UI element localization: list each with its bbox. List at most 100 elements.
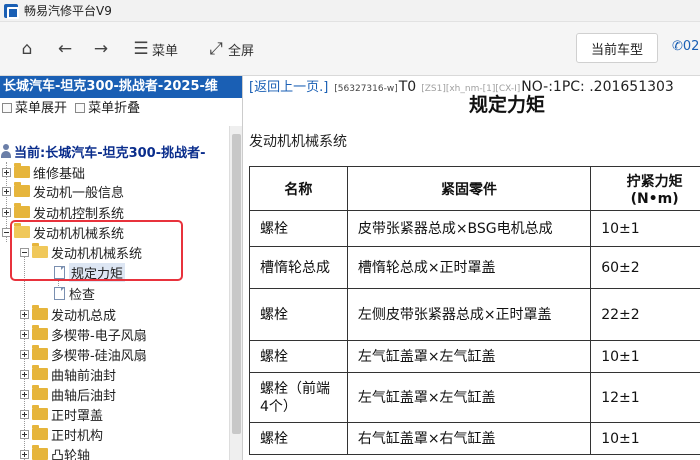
scrollbar-thumb[interactable] xyxy=(232,134,241,434)
document-icon xyxy=(54,286,65,300)
cell-name: 螺栓 xyxy=(249,422,348,455)
current-vehicle-node[interactable]: 当前:长城汽车-坦克300-挑战者- xyxy=(0,142,206,161)
folder-icon xyxy=(14,203,30,218)
cell-torque: 10±1 xyxy=(590,210,700,247)
folder-icon xyxy=(32,405,48,420)
menu-icon: ☰ xyxy=(133,39,149,59)
tree-item-engine-general[interactable]: 发动机一般信息 xyxy=(2,181,124,201)
plus-icon xyxy=(2,167,11,177)
table-row: 螺栓 皮带张紧器总成×BSG电机总成 10±1 xyxy=(249,210,700,247)
tree-item-label: 发动机控制系统 xyxy=(33,206,125,222)
tree-item-label: 曲轴后油封 xyxy=(51,388,117,404)
expand-all-button[interactable]: 菜单展开 xyxy=(2,101,67,116)
folder-icon xyxy=(32,325,48,340)
cell-name: 螺栓 xyxy=(249,288,348,341)
cell-parts: 右气缸盖罩×右气缸盖 xyxy=(346,422,592,455)
toolbar: ⌂ ← → ☰ 菜单 ⤢ 全屏 当前车型 ✆02 xyxy=(0,22,700,76)
tree-item-timing-cover[interactable]: 正时罩盖 xyxy=(20,404,103,424)
tree-item-crank-rear-seal[interactable]: 曲轴后油封 xyxy=(20,384,116,404)
plus-icon xyxy=(20,329,29,339)
collapse-all-label: 菜单折叠 xyxy=(88,101,141,116)
torque-table: 名称 紧固零件 拧紧力矩 (N•m) 螺栓 皮带张紧器总成×BSG电机总成 10±… xyxy=(249,166,700,455)
app-logo-icon xyxy=(4,3,19,19)
fullscreen-button[interactable]: ⤢ 全屏 xyxy=(204,34,254,64)
phone-contact[interactable]: ✆02 xyxy=(672,39,699,54)
expand-all-label: 菜单展开 xyxy=(15,101,68,116)
open-folder-icon xyxy=(14,223,30,238)
tree-item-inspection[interactable]: 检查 xyxy=(54,283,95,303)
back-button[interactable]: ← xyxy=(54,34,76,64)
cell-name: 槽惰轮总成 xyxy=(249,246,348,289)
vehicle-owner-icon xyxy=(0,144,12,158)
tree-item-label: 发动机一般信息 xyxy=(33,185,125,201)
tree-item-label: 规定力矩 xyxy=(69,262,126,282)
collapse-all-button[interactable]: 菜单折叠 xyxy=(75,101,140,116)
folder-icon xyxy=(32,425,48,440)
header-torque-label: 拧紧力矩 xyxy=(626,173,683,190)
cell-name: 螺栓（前端4个） xyxy=(249,372,348,423)
vehicle-header: 长城汽车-坦克300-挑战者-2025-维 xyxy=(0,76,242,98)
tree-item-engine-control[interactable]: 发动机控制系统 xyxy=(2,202,124,222)
minus-icon xyxy=(20,247,29,257)
phone-number: 02 xyxy=(682,39,700,54)
tree-item-label: 发动机机械系统 xyxy=(51,246,143,262)
tree-item-maintenance-basics[interactable]: 维修基础 xyxy=(2,162,85,182)
forward-button[interactable]: → xyxy=(90,34,112,64)
tree-item-engine-mechanical-sub[interactable]: 发动机机械系统 xyxy=(20,242,142,262)
expand-icon xyxy=(2,103,12,113)
tree-item-label: 正时罩盖 xyxy=(51,408,104,424)
tree-item-camshaft[interactable]: 凸轮轴 xyxy=(20,444,90,460)
tree-item-engine-assembly[interactable]: 发动机总成 xyxy=(20,304,116,324)
cell-name: 螺栓 xyxy=(249,340,348,373)
phone-icon: ✆ xyxy=(672,39,683,54)
document-icon xyxy=(54,265,65,279)
section-heading: 发动机机械系统 xyxy=(249,134,347,150)
tree-item-engine-mechanical[interactable]: 发动机机械系统 xyxy=(2,222,124,242)
tree-item-crank-front-seal[interactable]: 曲轴前油封 xyxy=(20,364,116,384)
header-torque: 拧紧力矩 (N•m) xyxy=(590,166,700,211)
tree-item-timing-mechanism[interactable]: 正时机构 xyxy=(20,424,103,444)
title-bar: 畅易汽修平台V9 xyxy=(0,0,700,22)
plus-icon xyxy=(20,369,29,379)
collapse-icon xyxy=(75,103,86,113)
plus-icon xyxy=(2,186,11,196)
folder-icon xyxy=(32,305,48,320)
header-name: 名称 xyxy=(249,166,348,211)
page-title: 规定力矩 xyxy=(468,94,545,116)
left-scrollbar[interactable] xyxy=(229,126,242,460)
tree-item-label: 发动机总成 xyxy=(51,308,117,324)
expand-collapse-row: 菜单展开 菜单折叠 xyxy=(0,98,242,120)
tree-item-label: 正时机构 xyxy=(51,428,104,444)
tree-item-label: 曲轴前油封 xyxy=(51,368,117,384)
header-torque-unit: (N•m) xyxy=(630,190,679,207)
table-row: 螺栓 左侧皮带张紧器总成×正时罩盖 22±2 xyxy=(249,288,700,341)
tree-item-torque-spec[interactable]: 规定力矩 xyxy=(54,262,126,282)
table-row: 槽惰轮总成 槽惰轮总成×正时罩盖 60±2 xyxy=(249,246,700,289)
tree-item-belt-silicone-fan[interactable]: 多楔带-硅油风扇 xyxy=(20,344,147,364)
folder-icon xyxy=(14,163,30,178)
home-button[interactable]: ⌂ xyxy=(16,34,38,64)
tree-item-label: 多楔带-电子风扇 xyxy=(51,328,147,344)
cell-parts: 皮带张紧器总成×BSG电机总成 xyxy=(346,210,592,247)
left-nav-panel: 长城汽车-坦克300-挑战者-2025-维 菜单展开 菜单折叠 当前:长城汽车-… xyxy=(0,76,243,460)
menu-button[interactable]: ☰ 菜单 xyxy=(130,34,178,64)
folder-icon xyxy=(32,345,48,360)
cell-torque: 10±1 xyxy=(590,340,700,373)
tree-item-label: 维修基础 xyxy=(33,166,86,182)
plus-icon xyxy=(2,207,11,217)
tree-item-label: 发动机机械系统 xyxy=(33,226,125,242)
tree-item-belt-electric-fan[interactable]: 多楔带-电子风扇 xyxy=(20,324,147,344)
plus-icon xyxy=(20,349,29,359)
content-panel: [返回上一页.] [56327316-w] T0 [ZS1][xh_nm-[1]… xyxy=(247,76,700,460)
table-row: 螺栓（前端4个） 左气缸盖罩×左气缸盖 12±1 xyxy=(249,372,700,423)
window-title: 畅易汽修平台V9 xyxy=(24,4,112,18)
cell-torque: 12±1 xyxy=(590,372,700,423)
cell-parts: 左侧皮带张紧器总成×正时罩盖 xyxy=(346,288,592,341)
cell-parts: 左气缸盖罩×左气缸盖 xyxy=(346,340,592,373)
home-icon: ⌂ xyxy=(21,39,33,59)
folder-icon xyxy=(32,365,48,380)
tree-item-label: 多楔带-硅油风扇 xyxy=(51,348,147,364)
expand-icon: ⤢ xyxy=(209,39,223,59)
header-fastened-parts: 紧固零件 xyxy=(346,166,592,211)
current-vehicle-button[interactable]: 当前车型 xyxy=(576,33,658,63)
